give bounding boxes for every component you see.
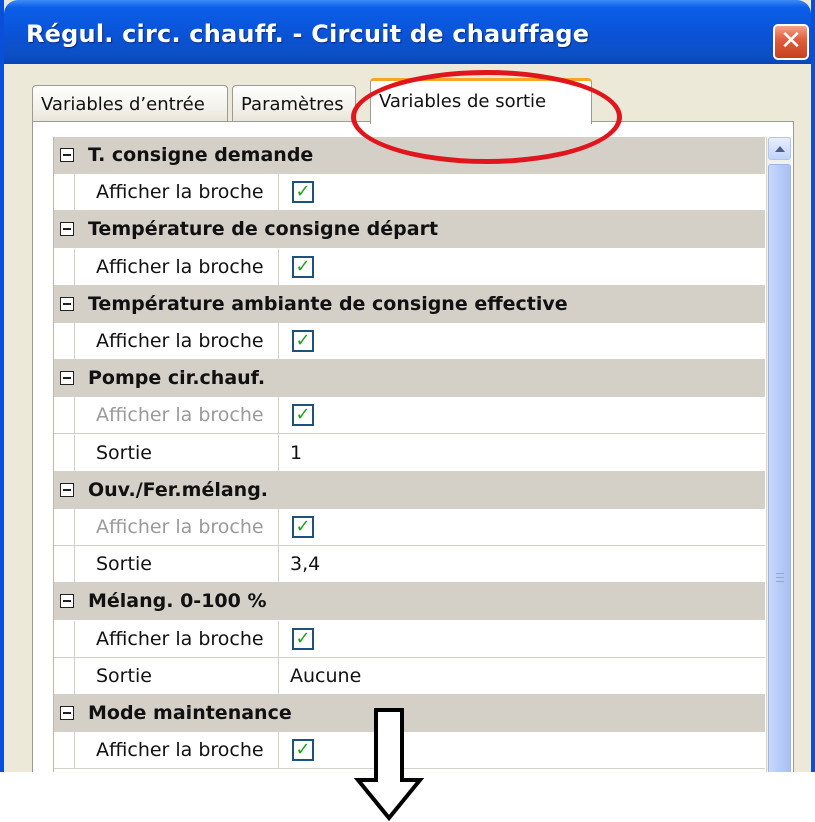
checkmark-icon: ✓ bbox=[295, 516, 311, 537]
minus-box-icon[interactable] bbox=[60, 594, 74, 608]
property-row: Sortie 1 bbox=[54, 435, 765, 472]
show-pin-checkbox[interactable]: ✓ bbox=[292, 404, 314, 426]
property-row: Afficher la broche ✓ bbox=[54, 174, 765, 211]
group-header[interactable]: Température de consigne départ bbox=[54, 211, 765, 248]
property-value[interactable]: 1 bbox=[290, 442, 302, 464]
scroll-up-button[interactable] bbox=[768, 137, 791, 160]
close-icon: ✕ bbox=[780, 26, 802, 56]
checkmark-icon: ✓ bbox=[295, 256, 311, 277]
property-name: Afficher la broche bbox=[74, 732, 279, 769]
property-row: Afficher la broche ✓ bbox=[54, 397, 765, 434]
vertical-scrollbar[interactable] bbox=[766, 137, 791, 772]
down-arrow-icon bbox=[354, 708, 424, 822]
property-name: Afficher la broche bbox=[74, 323, 279, 360]
group-title: Mode maintenance bbox=[88, 702, 292, 724]
property-row: Sortie 3,4 bbox=[54, 546, 765, 583]
property-value[interactable]: Aucune bbox=[290, 665, 361, 687]
annotation-ellipse bbox=[351, 70, 622, 164]
checkmark-icon: ✓ bbox=[295, 181, 311, 202]
property-name: Afficher la broche bbox=[74, 621, 279, 658]
show-pin-checkbox[interactable]: ✓ bbox=[292, 739, 314, 761]
tab-variables-entree[interactable]: Variables d’entrée bbox=[32, 85, 228, 121]
property-row: Afficher la broche ✓ bbox=[54, 249, 765, 286]
group-title: Ouv./Fer.mélang. bbox=[88, 479, 269, 501]
show-pin-checkbox[interactable]: ✓ bbox=[292, 628, 314, 650]
group-title: Mélang. 0-100 % bbox=[88, 590, 267, 612]
group-header[interactable]: Température ambiante de consigne effecti… bbox=[54, 286, 765, 323]
group-title: Température ambiante de consigne effecti… bbox=[88, 293, 568, 315]
window-title: Régul. circ. chauff. - Circuit de chauff… bbox=[26, 20, 590, 48]
property-row: Afficher la broche ✓ bbox=[54, 323, 765, 360]
tab-label: Paramètres bbox=[241, 94, 344, 115]
property-name: Afficher la broche bbox=[74, 509, 279, 546]
checkmark-icon: ✓ bbox=[295, 404, 311, 425]
show-pin-checkbox[interactable]: ✓ bbox=[292, 256, 314, 278]
title-bar[interactable]: Régul. circ. chauff. - Circuit de chauff… bbox=[4, 0, 811, 64]
checkmark-icon: ✓ bbox=[295, 628, 311, 649]
property-grid: T. consigne demande Afficher la broche ✓ Te… bbox=[53, 137, 765, 772]
close-button[interactable]: ✕ bbox=[773, 24, 809, 60]
group-title: Pompe cir.chauf. bbox=[88, 367, 266, 389]
checkmark-icon: ✓ bbox=[295, 739, 311, 760]
property-name: Afficher la broche bbox=[74, 249, 279, 286]
show-pin-checkbox[interactable]: ✓ bbox=[292, 181, 314, 203]
tab-panel: T. consigne demande Afficher la broche ✓ Te… bbox=[32, 121, 794, 772]
show-pin-checkbox[interactable]: ✓ bbox=[292, 330, 314, 352]
minus-box-icon[interactable] bbox=[60, 222, 74, 236]
group-header[interactable]: Ouv./Fer.mélang. bbox=[54, 472, 765, 509]
tab-parametres[interactable]: Paramètres bbox=[232, 85, 356, 121]
group-title: Température de consigne départ bbox=[88, 218, 439, 240]
property-name: Sortie bbox=[74, 546, 279, 583]
minus-box-icon[interactable] bbox=[60, 371, 74, 385]
property-name: Sortie bbox=[74, 658, 279, 695]
property-name: Sortie bbox=[74, 435, 279, 472]
property-row: Afficher la broche ✓ bbox=[54, 509, 765, 546]
show-pin-checkbox[interactable]: ✓ bbox=[292, 516, 314, 538]
property-value[interactable]: 3,4 bbox=[290, 553, 320, 575]
group-header[interactable]: Mélang. 0-100 % bbox=[54, 583, 765, 620]
scroll-thumb[interactable] bbox=[768, 164, 791, 772]
minus-box-icon[interactable] bbox=[60, 706, 74, 720]
property-row: Afficher la broche ✓ bbox=[54, 621, 765, 658]
property-row: Sortie Aucune bbox=[54, 658, 765, 695]
property-name: Afficher la broche bbox=[74, 174, 279, 211]
property-name: Afficher la broche bbox=[74, 397, 279, 434]
chevron-up-icon bbox=[774, 145, 785, 152]
minus-box-icon[interactable] bbox=[60, 483, 74, 497]
minus-box-icon[interactable] bbox=[60, 148, 74, 162]
group-title: T. consigne demande bbox=[88, 144, 314, 166]
tab-label: Variables d’entrée bbox=[41, 94, 205, 115]
minus-box-icon[interactable] bbox=[60, 297, 74, 311]
group-header[interactable]: Pompe cir.chauf. bbox=[54, 360, 765, 397]
grip-icon bbox=[776, 573, 784, 582]
checkmark-icon: ✓ bbox=[295, 330, 311, 351]
